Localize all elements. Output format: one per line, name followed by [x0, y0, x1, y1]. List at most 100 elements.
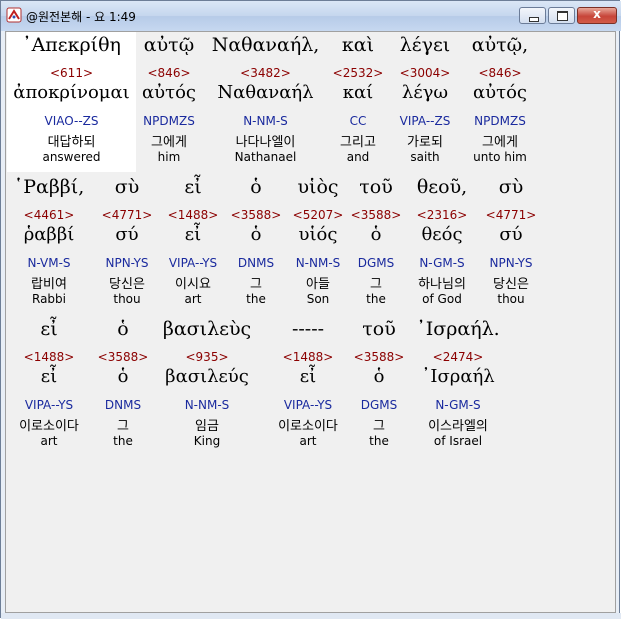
strongs-number[interactable]: <2532> [333, 66, 384, 80]
parsing-code[interactable]: NPN-YS [105, 256, 148, 270]
word-block[interactable]: αὐτῷ <846> αὐτός NPDMZS 그에게 him [137, 32, 201, 172]
korean-gloss: 대답하되 [47, 135, 96, 150]
parsing-code[interactable]: DGMS [361, 398, 398, 412]
parsing-code[interactable]: VIPA--YS [25, 398, 73, 412]
english-gloss: saith [410, 150, 440, 164]
parsing-code[interactable]: VIPA--YS [169, 256, 217, 270]
strongs-number[interactable]: <1488> [168, 208, 219, 222]
strongs-number[interactable]: <4771> [486, 208, 537, 222]
word-block[interactable]: ῾Ραββί, <4461> ῥαββί N-VM-S 랍비여 Rabbi [11, 174, 87, 314]
parsing-code[interactable]: DNMS [238, 256, 274, 270]
lexical-form: ὁ [370, 224, 382, 245]
parsing-code[interactable]: N-NM-S [185, 398, 230, 412]
english-gloss: art [184, 292, 202, 306]
word-block[interactable]: ὁ <3588> ὁ DNMS 그 the [95, 316, 151, 456]
parsing-code[interactable]: N-GM-S [435, 398, 480, 412]
strongs-number[interactable]: <935> [185, 350, 228, 364]
strongs-number[interactable]: <3588> [354, 350, 405, 364]
parsing-code[interactable]: NPDMZS [474, 114, 526, 128]
greek-word: αὐτῷ, [471, 34, 529, 56]
parsing-code[interactable]: N-GM-S [419, 256, 464, 270]
word-block[interactable]: ----- <1488> εἶ VIPA--YS 이로소이다 art [268, 316, 348, 456]
strongs-number[interactable]: <846> [147, 66, 190, 80]
english-gloss: Rabbi [32, 292, 66, 306]
english-gloss: art [40, 434, 58, 448]
strongs-number[interactable]: <3588> [98, 350, 149, 364]
word-block[interactable]: θεοῦ, <2316> θεός N-GM-S 하나님의 of God [409, 174, 475, 314]
lexical-form: αὐτός [473, 82, 527, 103]
word-block[interactable]: ὁ <3588> ὁ DNMS 그 the [228, 174, 284, 314]
greek-word: σὺ [498, 176, 524, 198]
parsing-code[interactable]: DGMS [358, 256, 395, 270]
lexical-form: λέγω [401, 82, 449, 103]
lexical-form: Ναθαναήλ [217, 82, 314, 103]
korean-gloss: 그에게 [482, 135, 518, 150]
english-gloss: Son [306, 292, 330, 306]
word-block[interactable]: καὶ <2532> καί CC 그리고 and [330, 32, 386, 172]
parsing-code[interactable]: VIPA--YS [284, 398, 332, 412]
word-block[interactable]: βασιλεὺς <935> βασιλεύς N-NM-S 임금 King [153, 316, 261, 456]
word-block[interactable]: ᾿Απεκρίθη <611> ἀποκρίνομαι VIAO--ZS 대답하… [9, 32, 134, 172]
lexical-form: ὁ [117, 366, 129, 387]
strongs-number[interactable]: <2316> [417, 208, 468, 222]
close-button[interactable]: x [577, 7, 617, 24]
word-block[interactable]: Ναθαναήλ, <3482> Ναθαναήλ N-NM-S 나다나엘이 N… [208, 32, 323, 172]
parsing-code[interactable]: VIPA--ZS [400, 114, 451, 128]
english-gloss: of God [422, 292, 462, 306]
strongs-number[interactable]: <3588> [231, 208, 282, 222]
strongs-number[interactable]: <4461> [24, 208, 75, 222]
word-block[interactable]: αὐτῷ, <846> αὐτός NPDMZS 그에게 unto him [464, 32, 536, 172]
word-block[interactable]: ᾿Ισραήλ. <2474> ᾿Ισραήλ N-GM-S 이스라엘의 of … [414, 316, 502, 456]
greek-word: υἱὸς [297, 176, 339, 198]
title-bar[interactable]: @원전본해 - 요 1:49 x [1, 1, 621, 31]
english-gloss: the [246, 292, 266, 306]
parsing-code[interactable]: N-NM-S [243, 114, 288, 128]
minimize-button[interactable] [519, 7, 546, 24]
lexical-form: εἶ [184, 224, 202, 245]
parsing-code[interactable]: DNMS [105, 398, 141, 412]
korean-gloss: 이로소이다 [278, 419, 338, 434]
greek-word: Ναθαναήλ, [211, 34, 320, 56]
strongs-number[interactable]: <846> [478, 66, 521, 80]
strongs-number[interactable]: <5207> [293, 208, 344, 222]
strongs-number[interactable]: <1488> [283, 350, 334, 364]
english-gloss: art [299, 434, 317, 448]
word-block[interactable]: τοῦ <3588> ὁ DGMS 그 the [354, 316, 405, 456]
strongs-number[interactable]: <3482> [240, 66, 291, 80]
word-block[interactable]: τοῦ <3588> ὁ DGMS 그 the [351, 174, 402, 314]
window-title: @원전본해 - 요 1:49 [26, 10, 136, 24]
strongs-number[interactable]: <2474> [433, 350, 484, 364]
parsing-code[interactable]: NPDMZS [143, 114, 195, 128]
minimize-icon [529, 17, 539, 22]
strongs-number[interactable]: <1488> [24, 350, 75, 364]
greek-word: βασιλεὺς [162, 318, 252, 340]
word-block[interactable]: σὺ <4771> σύ NPN-YS 당신은 thou [94, 174, 160, 314]
parsing-code[interactable]: VIAO--ZS [44, 114, 98, 128]
word-block[interactable]: σὺ <4771> σύ NPN-YS 당신은 thou [480, 174, 542, 314]
english-gloss: thou [497, 292, 525, 306]
parsing-code[interactable]: N-NM-S [296, 256, 341, 270]
parsing-code[interactable]: CC [350, 114, 367, 128]
korean-gloss: 랍비여 [31, 277, 67, 292]
parsing-code[interactable]: NPN-YS [489, 256, 532, 270]
strongs-number[interactable]: <4771> [102, 208, 153, 222]
maximize-button[interactable] [548, 7, 575, 24]
parsing-code[interactable]: N-VM-S [27, 256, 70, 270]
interlinear-panel[interactable]: ᾿Απεκρίθη <611> ἀποκρίνομαι VIAO--ZS 대답하… [5, 31, 616, 613]
word-block[interactable]: εἶ <1488> εἶ VIPA--YS 이로소이다 art [9, 316, 89, 456]
korean-gloss: 그 [117, 419, 129, 434]
strongs-number[interactable]: <3004> [400, 66, 451, 80]
english-gloss: Nathanael [234, 150, 297, 164]
word-block[interactable]: υἱὸς <5207> υἱός N-NM-S 아들 Son [288, 174, 348, 314]
korean-gloss: 이스라엘의 [428, 419, 488, 434]
english-gloss: and [346, 150, 370, 164]
english-gloss: the [366, 292, 386, 306]
lexical-form: ῥαββί [23, 224, 75, 245]
strongs-number[interactable]: <3588> [351, 208, 402, 222]
korean-gloss: 이시요 [175, 277, 211, 292]
word-block[interactable]: εἶ <1488> εἶ VIPA--YS 이시요 art [162, 174, 224, 314]
english-gloss: King [193, 434, 221, 448]
lexical-form: ὁ [250, 224, 262, 245]
word-block[interactable]: λέγει <3004> λέγω VIPA--ZS 가로되 saith [393, 32, 457, 172]
strongs-number[interactable]: <611> [50, 66, 93, 80]
